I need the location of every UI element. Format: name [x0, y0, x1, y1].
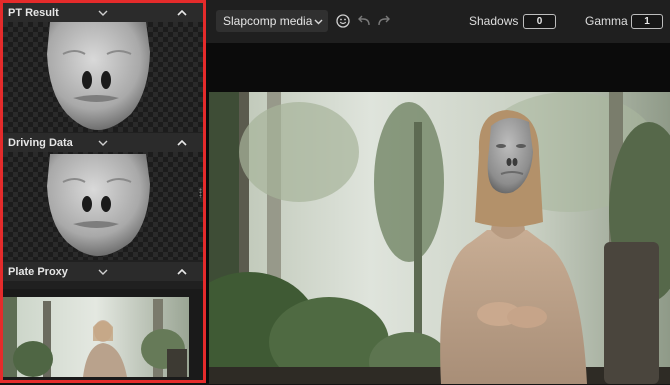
media-select-value: Slapcomp media [223, 14, 313, 28]
top-toolbar: Slapcomp media Shadows 0 Gamma 1 [206, 0, 670, 43]
shadows-input[interactable]: 0 [523, 14, 556, 29]
undo-icon[interactable] [354, 11, 374, 31]
media-select-dropdown[interactable]: Slapcomp media [216, 10, 328, 32]
chevron-up-icon[interactable] [175, 265, 189, 279]
section-header-pt-result[interactable]: PT Result [3, 3, 203, 22]
slapcomp-preview-image [209, 92, 670, 384]
shadows-label: Shadows [469, 14, 519, 28]
pt-result-thumbnail [3, 22, 203, 132]
gamma-input[interactable]: 1 [631, 14, 663, 29]
panel-splitter-handle[interactable] [199, 188, 202, 198]
chevron-down-icon[interactable] [96, 265, 110, 279]
section-header-plate-proxy[interactable]: Plate Proxy [3, 262, 203, 281]
chevron-down-icon[interactable] [96, 136, 110, 150]
gamma-label: Gamma [585, 14, 628, 28]
section-header-driving-data[interactable]: Driving Data [3, 133, 203, 152]
left-panel: PT Result Driving Data Plate Proxy [0, 0, 206, 383]
driving-data-thumbnail [3, 152, 203, 260]
plate-proxy-thumbnail [3, 289, 203, 380]
chevron-down-icon [314, 14, 323, 28]
smiley-icon[interactable] [333, 11, 353, 31]
chevron-down-icon[interactable] [96, 6, 110, 20]
viewer-canvas[interactable] [206, 43, 670, 384]
chevron-up-icon[interactable] [175, 6, 189, 20]
chevron-up-icon[interactable] [175, 136, 189, 150]
redo-icon[interactable] [374, 11, 394, 31]
